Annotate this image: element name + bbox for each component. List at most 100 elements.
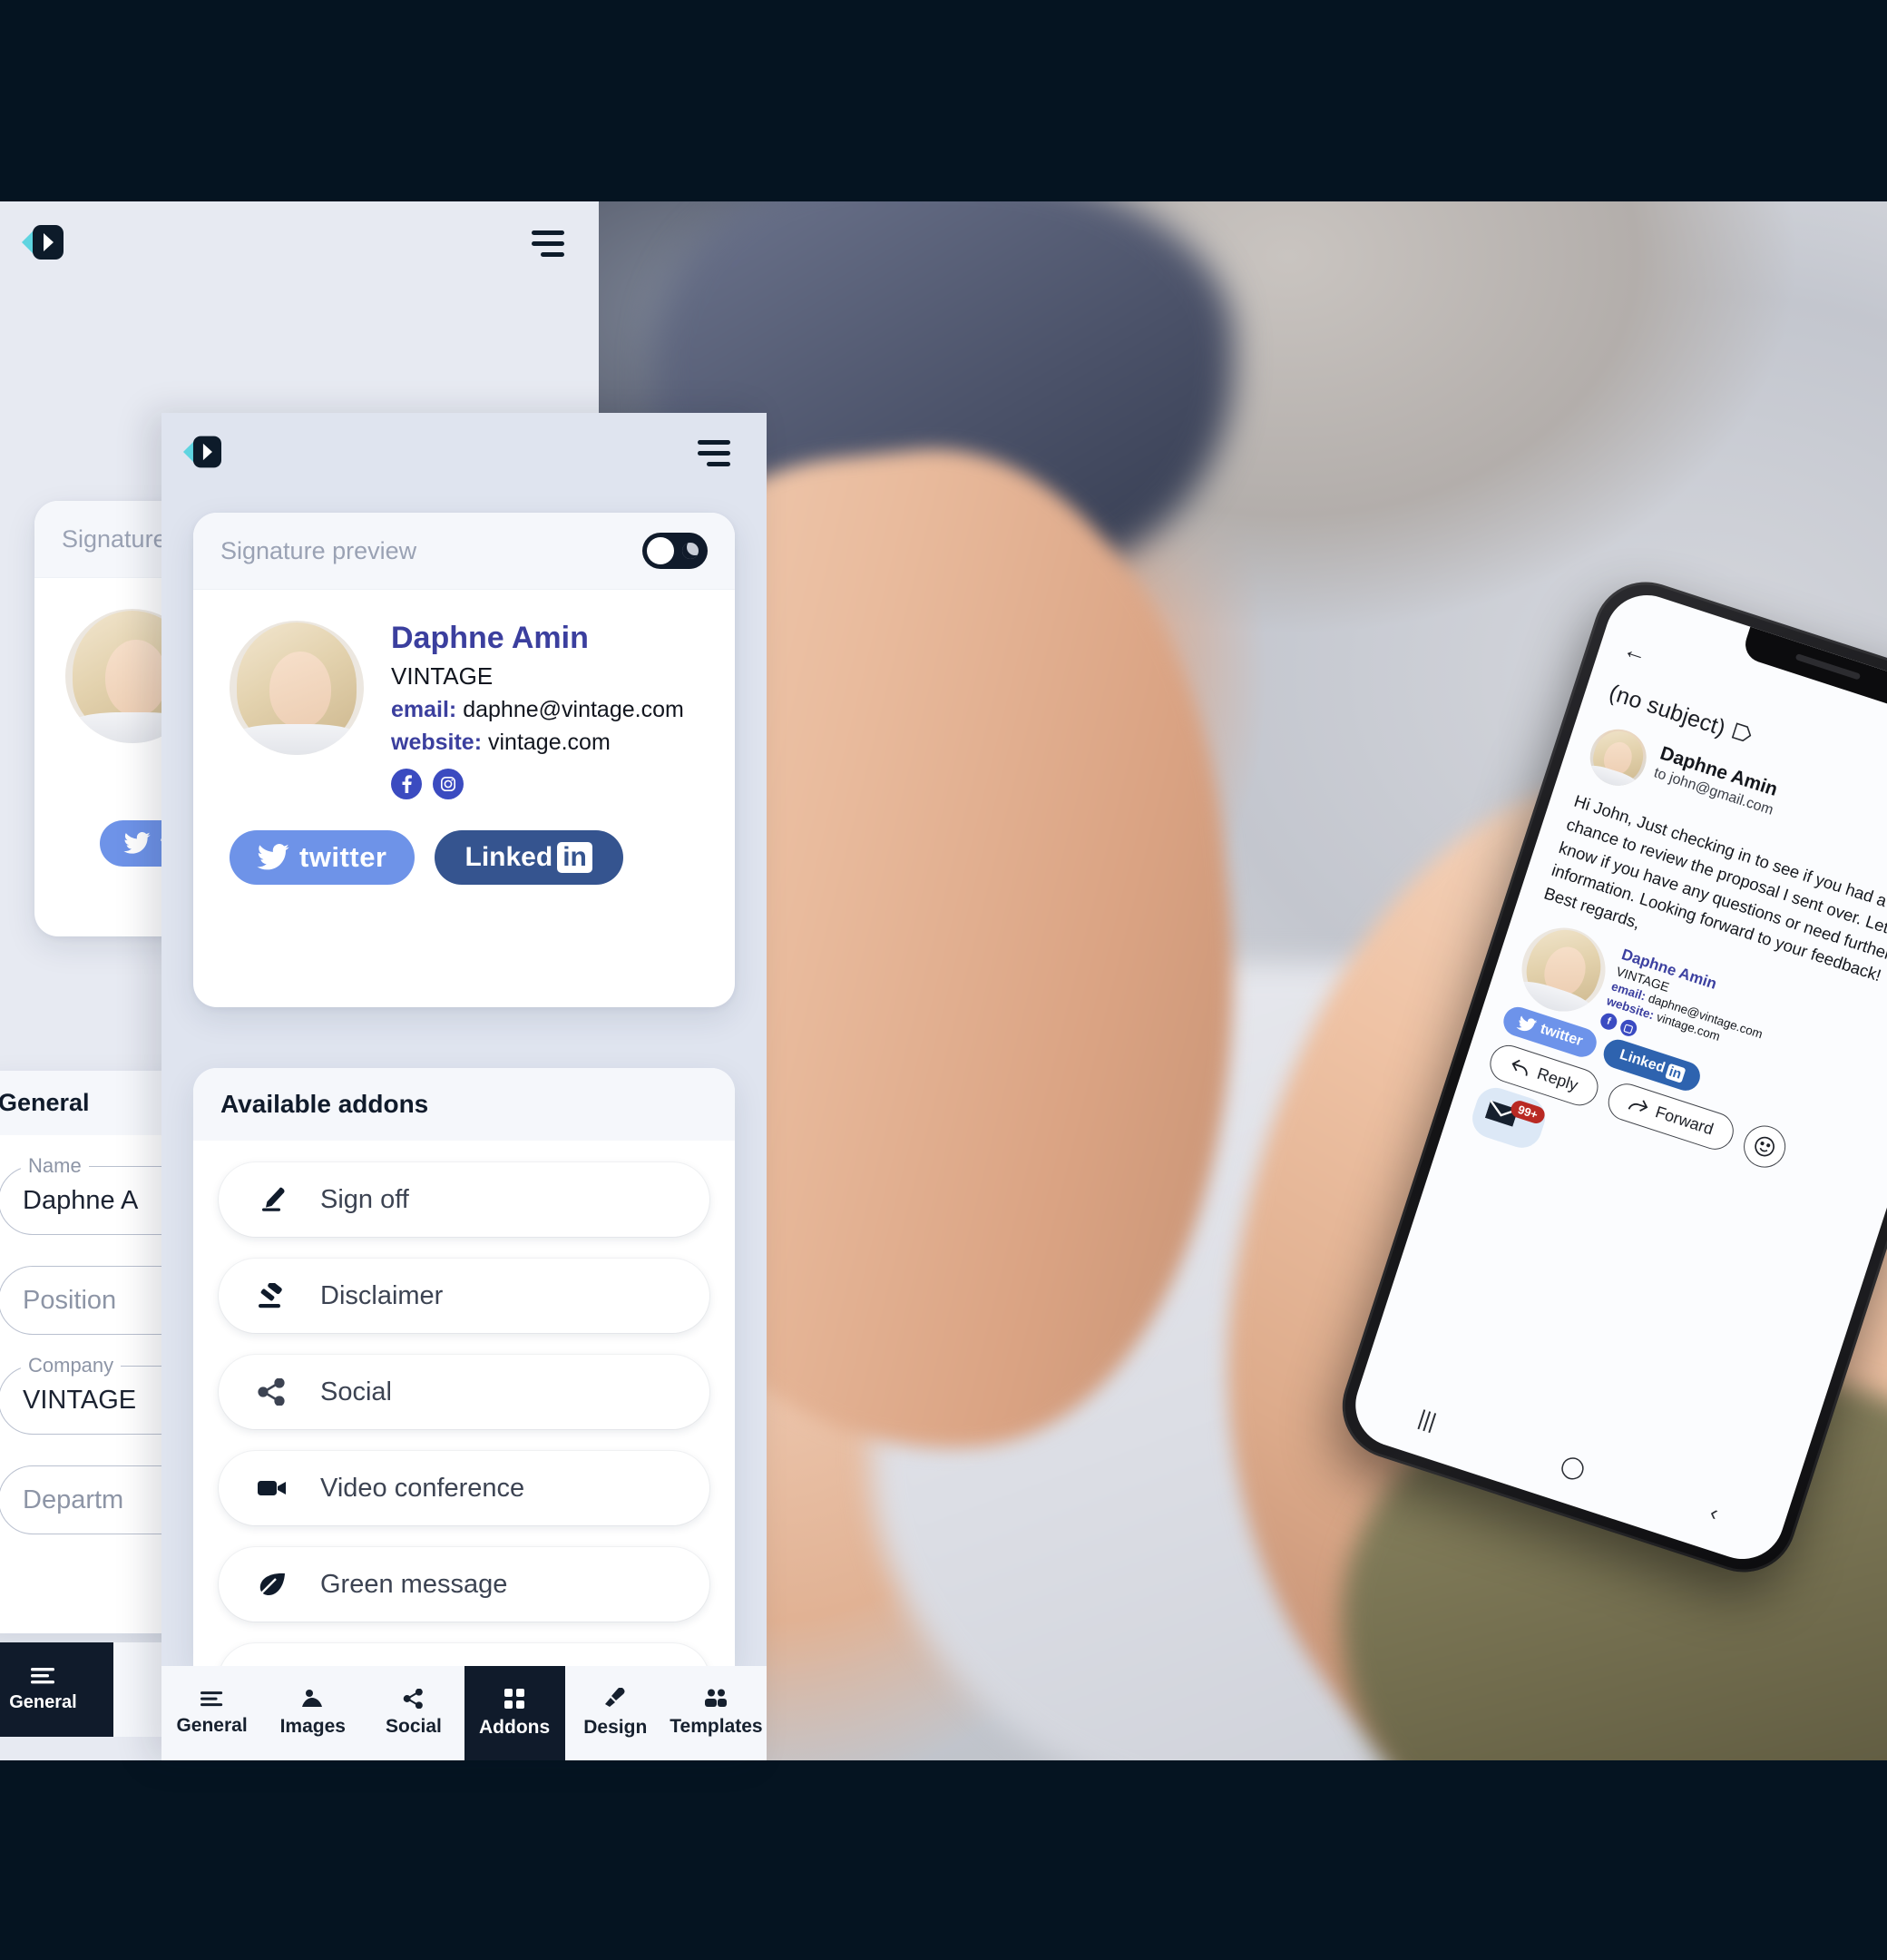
name-field-value: Daphne A [23,1185,139,1215]
company-field-label: Company [21,1354,122,1377]
twitter-bird-icon [257,844,289,870]
signature-email-value: daphne@vintage.com [463,697,684,722]
pen-icon [255,1187,289,1212]
emoji-button[interactable] [1738,1120,1792,1173]
linkedin-label: Linked [464,842,553,872]
signature-twitter-button[interactable]: twitter [230,830,415,885]
reply-label: Reply [1535,1063,1580,1094]
tab-general[interactable]: General [161,1666,262,1760]
brush-icon [605,1688,625,1707]
signature-builder-logo [183,436,221,468]
department-field-placeholder: Departm [23,1485,124,1514]
twitter-bird-icon [1516,1015,1538,1031]
addon-green-message-label: Green message [320,1569,508,1599]
facebook-icon[interactable]: f [1598,1011,1619,1033]
grid-icon [504,1689,525,1709]
dark-mode-toggle[interactable] [642,533,708,569]
tab-general-back[interactable]: General [0,1642,113,1737]
tab-social-label: Social [385,1716,442,1737]
addons-list: Sign off Disclaimer Social Video confere… [193,1141,735,1666]
addon-social[interactable]: Social [219,1355,709,1429]
tab-general-back-label: General [9,1691,77,1712]
position-field-placeholder: Position [23,1285,117,1315]
tab-templates[interactable]: Templates [666,1666,767,1760]
arrow-left-icon[interactable]: ← [1620,635,1651,669]
hamburger-icon-front[interactable] [698,440,730,466]
back-icon[interactable]: ‹ [1706,1500,1722,1526]
twitter-bird-icon [123,832,151,854]
smiley-icon [1755,1136,1775,1157]
addon-sign-off[interactable]: Sign off [219,1162,709,1237]
signature-email-label: email: [391,697,457,722]
twitter-label: twitter [299,841,387,873]
addon-green-message[interactable]: Green message [219,1547,709,1622]
tab-social[interactable]: Social [363,1666,464,1760]
gavel-icon [255,1283,289,1308]
home-icon[interactable]: ◯ [1558,1451,1589,1484]
tab-design[interactable]: Design [565,1666,666,1760]
addons-title: Available addons [193,1068,735,1141]
signature-website-label: website: [391,730,483,755]
addon-video-conference[interactable]: Video conference [219,1451,709,1525]
addon-disclaimer[interactable]: Disclaimer [219,1259,709,1333]
people-icon [705,1689,728,1707]
signature-avatar [1511,916,1617,1023]
tab-templates-label: Templates [670,1716,763,1737]
label-icon [1730,721,1754,749]
addon-sign-off-label: Sign off [320,1184,409,1214]
linkedin-label: Linked [1618,1046,1667,1076]
recents-icon[interactable]: ||| [1415,1406,1439,1435]
tab-addons[interactable]: Addons [464,1666,565,1760]
tab-addons-label: Addons [479,1717,551,1738]
tab-design-label: Design [583,1717,648,1738]
addon-disclaimer-label: Disclaimer [320,1280,444,1310]
signature-block: Daphne Amin VINTAGE email: daphne@vintag… [230,621,699,799]
builder-panel-front: Signature preview Daphne Amin VINTAGE em… [161,413,767,1760]
share-icon [403,1689,423,1709]
hamburger-icon[interactable] [532,230,564,257]
forward-label: Forward [1653,1102,1716,1139]
signature-social-icons [391,769,684,799]
forward-arrow-icon [1628,1100,1648,1112]
avatar [230,621,364,755]
video-camera-icon [255,1477,289,1499]
image-icon [301,1690,322,1707]
app-logo[interactable] [20,221,65,263]
signature-website-line: website: vintage.com [391,730,684,756]
signature-linkedin-button[interactable]: Linked in [434,830,623,885]
moon-icon [682,543,699,559]
reply-arrow-icon [1511,1059,1528,1076]
tab-images[interactable]: Images [262,1666,363,1760]
lines-icon [200,1690,222,1706]
addon-cta[interactable]: CTA [219,1643,709,1666]
name-field-label: Name [21,1154,89,1178]
preview-card-header: Signature preview [193,513,735,590]
addon-social-label: Social [320,1377,392,1406]
app-logo-front[interactable] [181,433,223,471]
signature-email-line: email: daphne@vintage.com [391,697,684,723]
share-icon [255,1378,289,1406]
signature-company: VINTAGE [391,662,494,690]
facebook-icon[interactable] [391,769,422,799]
tab-general-label: General [176,1714,248,1736]
instagram-icon[interactable]: ▢ [1618,1017,1639,1039]
instagram-icon[interactable] [433,769,464,799]
available-addons-card: Available addons Sign off Disclaimer Soc… [193,1068,735,1666]
leaf-icon [255,1572,289,1597]
signature-name: Daphne Amin [391,621,589,655]
linkedin-in-badge: in [557,842,592,873]
signature-preview-card: Signature preview Daphne Amin VINTAGE em… [193,513,735,1007]
signature-buttons: twitter Linked in [230,830,699,885]
tabbar: General Images Social Addons Design Temp… [161,1666,767,1760]
background-photo: ← (no subject) Daphne Amin to john@gmail… [599,201,1887,1760]
signature-website-value: vintage.com [487,730,611,755]
sender-avatar [1582,721,1654,793]
preview-card-body: Daphne Amin VINTAGE email: daphne@vintag… [193,590,735,912]
linkedin-in-badge: in [1664,1063,1687,1083]
addon-video-conference-label: Video conference [320,1473,525,1503]
signature-builder-logo [22,225,64,260]
preview-title: Signature preview [220,536,417,564]
twitter-label: twitter [1538,1021,1585,1050]
company-field-value: VINTAGE [23,1385,137,1415]
lines-icon [30,1667,54,1683]
